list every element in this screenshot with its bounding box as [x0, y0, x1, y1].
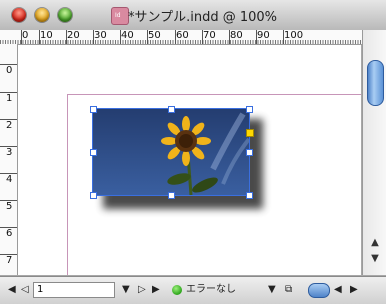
ruler-label: 70: [203, 30, 216, 41]
scroll-up-button[interactable]: ▲: [366, 236, 384, 250]
open-page-icon[interactable]: ⧉: [285, 283, 292, 297]
page-number: 1: [37, 284, 44, 295]
ruler-label: 30: [94, 30, 107, 41]
ruler-label: 100: [284, 30, 304, 41]
ruler-label: 40: [121, 30, 134, 41]
resize-handle[interactable]: [168, 192, 175, 199]
horizontal-ruler[interactable]: 0 10 20 30 40 50 60 70 80 90 100: [0, 30, 362, 45]
status-bar: ◀ ◁ 1 ▼ ▷ ▶ エラーなし ▼ ⧉ ◀ ▶: [0, 276, 386, 304]
resize-handle[interactable]: [246, 106, 253, 113]
ruler-label: 0: [6, 65, 13, 76]
close-button[interactable]: [12, 8, 26, 22]
preflight-menu-button[interactable]: ▼: [268, 283, 276, 297]
scroll-down-button[interactable]: ▼: [366, 252, 384, 266]
resize-handle[interactable]: [90, 149, 97, 156]
preflight-status-icon: [172, 285, 182, 295]
sunflower-image-frame[interactable]: [92, 108, 250, 196]
text-out-port[interactable]: [246, 129, 254, 137]
page-menu-button[interactable]: ▼: [122, 283, 130, 297]
zoom-button[interactable]: [58, 8, 72, 22]
ruler-label: 20: [67, 30, 80, 41]
sunflower-image: [93, 109, 249, 195]
resize-handle[interactable]: [168, 106, 175, 113]
ruler-label: 80: [230, 30, 243, 41]
ruler-label: 0: [22, 30, 29, 41]
resize-handle[interactable]: [246, 149, 253, 156]
ruler-label: 7: [6, 255, 13, 266]
document-icon-text: Id: [115, 12, 121, 19]
resize-handle[interactable]: [90, 192, 97, 199]
window-title: *サンプル.indd @ 100%: [128, 10, 278, 25]
ruler-label: 90: [257, 30, 270, 41]
last-page-button[interactable]: ▶: [152, 283, 160, 297]
preflight-status[interactable]: エラーなし: [186, 283, 236, 297]
vertical-scrollbar[interactable]: ▲ ▼: [362, 30, 386, 275]
page-number-field[interactable]: 1: [33, 282, 115, 298]
previous-page-button[interactable]: ◁: [21, 283, 29, 297]
next-page-button[interactable]: ▷: [138, 283, 146, 297]
ruler-label: 5: [6, 201, 13, 212]
first-page-button[interactable]: ◀: [8, 283, 16, 297]
ruler-label: 50: [148, 30, 161, 41]
ruler-label: 60: [176, 30, 189, 41]
ruler-label: 10: [40, 30, 53, 41]
scroll-left-button[interactable]: ◀: [334, 283, 342, 297]
title-bar[interactable]: Id *サンプル.indd @ 100%: [0, 0, 386, 31]
horizontal-scroll-thumb[interactable]: [308, 283, 330, 298]
ruler-label: 2: [6, 120, 13, 131]
vertical-ruler[interactable]: 0 1 2 3 4 5 6 7: [0, 44, 18, 275]
ruler-label: 4: [6, 174, 13, 185]
scroll-right-button[interactable]: ▶: [350, 283, 358, 297]
resize-handle[interactable]: [90, 106, 97, 113]
scroll-thumb[interactable]: [367, 60, 384, 106]
document-icon[interactable]: Id: [111, 7, 129, 25]
ruler-label: 1: [6, 93, 13, 104]
minimize-button[interactable]: [35, 8, 49, 22]
ruler-label: 6: [6, 228, 13, 239]
resize-handle[interactable]: [246, 192, 253, 199]
document-window: Id *サンプル.indd @ 100% 0 10 20 30 40 50 60…: [0, 0, 386, 304]
ruler-label: 3: [6, 147, 13, 158]
pasteboard[interactable]: [18, 45, 361, 275]
